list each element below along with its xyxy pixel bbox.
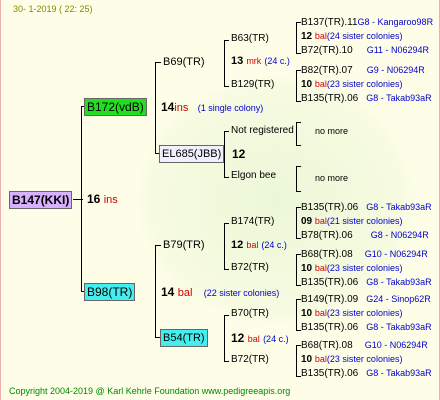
copyright-footer: Copyright 2004-2019 @ Karl Kehrle Founda… [9,386,291,396]
gen3-b72b[interactable]: B72(TR) [231,354,269,365]
connector-line [224,223,229,224]
gen4-sister-note: 12 bal(24 sister colonies) [301,31,403,42]
gen4-row[interactable]: B78(TR).06 G8 - N06294R [301,230,429,241]
gen4-row[interactable]: B68(TR).08 G10 - N06294R [301,249,428,260]
pedigree-canvas: 30- 1-2019 ( 22: 25) B147(KKI) 16 ins B1… [0,0,440,400]
connector-line [224,269,229,270]
bracket-line [296,122,301,146]
gen4-row[interactable]: B135(TR).06 G8 - Takab93aR [301,322,432,333]
gen3-b174[interactable]: B174(TR) [231,216,274,227]
gen3-not-registered: Not registered [231,125,294,136]
gen4-sister-note: 09 bal(21 sister colonies) [301,216,403,227]
gen4-sister-note: 10 bal(23 sister colonies) [301,79,403,90]
gen1-top-queen-box[interactable]: B172(vdB) [84,98,147,116]
gen2-b79[interactable]: B79(TR) [163,239,205,251]
gen4-sister-note: 10 bal(23 sister colonies) [301,354,403,365]
bracket-line [296,166,301,192]
root-generation: 16 ins [87,192,118,206]
gen3-b72a-info: 12 bal (24 c.) [231,239,287,251]
connector-line [224,177,229,178]
gen2-b54-info: 12 bal (24 c.) [231,331,289,345]
timestamp-header: 30- 1-2019 ( 22: 25) [13,4,93,14]
gen4-row[interactable]: B135(TR).06 G8 - Takab93aR [301,93,432,104]
gen4-row[interactable]: B137(TR).11G8 - Kangaroo98R [301,17,433,28]
gen3-b63[interactable]: B63(TR) [231,33,269,44]
gen4-row[interactable]: B135(TR).06 G8 - Takab93aR [301,277,432,288]
connector-line [224,361,229,362]
gen4-row[interactable]: B135(TR).06 G8 - Takab93aR [301,202,432,213]
gen2-el685-gen: 12 [232,147,246,161]
connector-line [224,86,229,87]
gen3-b72a[interactable]: B72(TR) [231,262,269,273]
gen1-top-info: 14ins (1 single colony) [161,100,264,114]
gen4-sister-note: 10 bal(23 sister colonies) [301,263,403,274]
connector-line [224,315,229,316]
gen4-row[interactable]: B135(TR).06 G8 - Takab93aR [301,368,432,379]
gen1-bottom-info: 14 bal (22 sister colonies) [161,285,280,299]
gen4-row[interactable]: B82(TR).07 G9 - N06294R [301,65,425,76]
root-queen-box[interactable]: B147(KKI) [9,191,73,209]
gen4-row[interactable]: B72(TR).10 G11 - N06294R [301,45,429,56]
gen1-bottom-queen-box[interactable]: B98(TR) [84,283,136,301]
gen3-b70[interactable]: B70(TR) [231,308,269,319]
gen4-row[interactable]: B68(TR).08 G10 - N06294R [301,340,428,351]
gen2-b69[interactable]: B69(TR) [163,56,205,68]
gen4-row[interactable]: B149(TR).09 G24 - Sinop62R [301,294,431,305]
gen4-sister-note: 10 bal(23 sister colonies) [301,308,403,319]
connector-line [155,62,156,153]
gen3-elgon-bee[interactable]: Elgon bee [231,170,276,181]
gen4-no-more: no more [315,173,349,183]
connector-line [224,315,225,361]
gen4-no-more: no more [315,126,349,136]
gen3-b63-info: 13 mrk (24 c.) [231,55,290,67]
connector-line [155,245,156,337]
connector-line [155,62,161,63]
connector-line [81,106,82,292]
connector-line [224,131,229,132]
gen2-b54-box[interactable]: B54(TR) [160,329,208,347]
connector-line [224,223,225,269]
gen3-b129[interactable]: B129(TR) [231,79,274,90]
connector-line [224,40,229,41]
gen2-el685-box[interactable]: EL685(JBB) [159,145,225,163]
connector-line [155,245,161,246]
connector-line [224,40,225,86]
